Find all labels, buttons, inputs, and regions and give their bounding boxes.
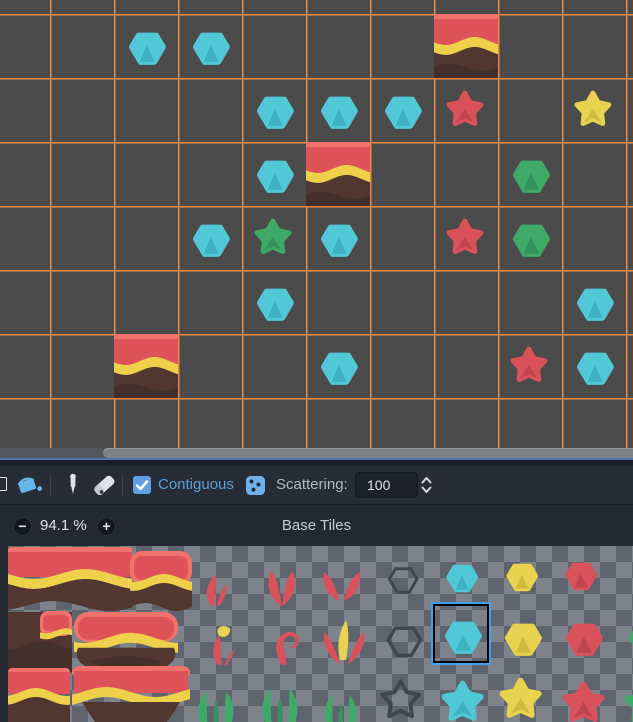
paint-bucket-icon[interactable]: [14, 471, 44, 499]
palette-gem-red[interactable]: [568, 626, 600, 653]
tile-gem-cyan: [259, 291, 291, 318]
tile-gem-green: [515, 163, 547, 190]
eraser-icon[interactable]: [91, 472, 117, 498]
tile-gem-cyan: [259, 99, 291, 126]
tile-gem-cyan: [259, 163, 291, 190]
palette-plant-widev[interactable]: [323, 572, 360, 601]
scattering-label: Scattering:: [276, 466, 348, 504]
horizontal-scrollbar-track[interactable]: [0, 448, 633, 458]
eyedropper-icon[interactable]: [64, 472, 82, 498]
horizontal-scrollbar-thumb[interactable]: [103, 448, 633, 458]
tile-star-red: [449, 221, 481, 251]
tile-star-red: [449, 93, 481, 123]
tileset-atlas: [0, 546, 633, 722]
dice-icon[interactable]: [246, 476, 265, 495]
palette-star-green[interactable]: [627, 685, 633, 720]
tile-gem-green: [515, 227, 547, 254]
tilemap-editor: Contiguous Scattering: 100 − 94.1 % + Ba…: [0, 0, 633, 722]
tile-gem-cyan: [387, 99, 419, 126]
tilemap-tiles-layer: [0, 0, 633, 448]
palette-cake-slab[interactable]: [8, 547, 132, 611]
palette-star-ghost[interactable]: [382, 681, 418, 716]
palette-star-cyan[interactable]: [444, 683, 480, 718]
tile-gem-cyan: [323, 227, 355, 254]
palette-gem-ghost[interactable]: [389, 569, 417, 592]
palette-plant-sprout[interactable]: [207, 575, 227, 605]
scattering-input[interactable]: 100: [355, 472, 418, 498]
toolbar-separator: [122, 474, 123, 496]
palette-title: Base Tiles: [0, 505, 633, 547]
palette-plant-grass[interactable]: [325, 695, 356, 722]
palette-plant-tulip[interactable]: [269, 571, 295, 607]
palette-cake-tab[interactable]: [40, 611, 72, 639]
tile-gem-cyan: [323, 99, 355, 126]
contiguous-label[interactable]: Contiguous: [158, 466, 234, 504]
tile-gem-cyan: [195, 35, 227, 62]
tile-paint-toolbar: Contiguous Scattering: 100: [0, 466, 633, 504]
tile-star-yellow: [577, 93, 609, 123]
palette-plant-grass[interactable]: [263, 689, 298, 722]
tile-cake: [434, 14, 498, 78]
tile-cake: [114, 334, 178, 398]
tile-palette[interactable]: [0, 546, 633, 722]
palette-star-red[interactable]: [565, 684, 601, 719]
palette-plant-v-yellow[interactable]: [324, 620, 365, 664]
palette-gem-ghost[interactable]: [388, 628, 420, 655]
contiguous-checkbox[interactable]: [133, 476, 151, 494]
tile-cake: [306, 142, 370, 206]
tile-gem-cyan: [579, 291, 611, 318]
palette-cake-edge[interactable]: [8, 668, 70, 722]
tile-gem-cyan: [323, 355, 355, 382]
palette-plant-curl[interactable]: [276, 632, 299, 665]
palette-gem-red[interactable]: [567, 565, 595, 588]
palette-cake-island[interactable]: [74, 612, 178, 672]
palette-header-bar: − 94.1 % + Base Tiles: [0, 504, 633, 546]
tile-star-red: [513, 349, 545, 379]
rect-select-icon[interactable]: [0, 477, 7, 491]
palette-plant-sprout-yellow[interactable]: [213, 626, 235, 665]
spinbox-updown-icon[interactable]: [420, 475, 433, 495]
palette-plant-grass[interactable]: [199, 691, 234, 722]
tile-gem-cyan: [579, 355, 611, 382]
palette-star-yellow[interactable]: [502, 680, 538, 715]
palette-gem-cyan[interactable]: [448, 567, 476, 590]
toolbar-separator: [50, 474, 51, 496]
tile-gem-cyan: [195, 227, 227, 254]
tile-gem-cyan: [131, 35, 163, 62]
tilemap-canvas[interactable]: [0, 0, 633, 448]
palette-cake-funnel[interactable]: [72, 666, 190, 722]
selected-tile-indicator: [431, 602, 491, 665]
palette-gem-yellow[interactable]: [508, 566, 536, 589]
palette-gem-yellow[interactable]: [507, 626, 539, 653]
palette-cake-bump[interactable]: [130, 551, 192, 611]
tile-star-green: [257, 221, 289, 251]
